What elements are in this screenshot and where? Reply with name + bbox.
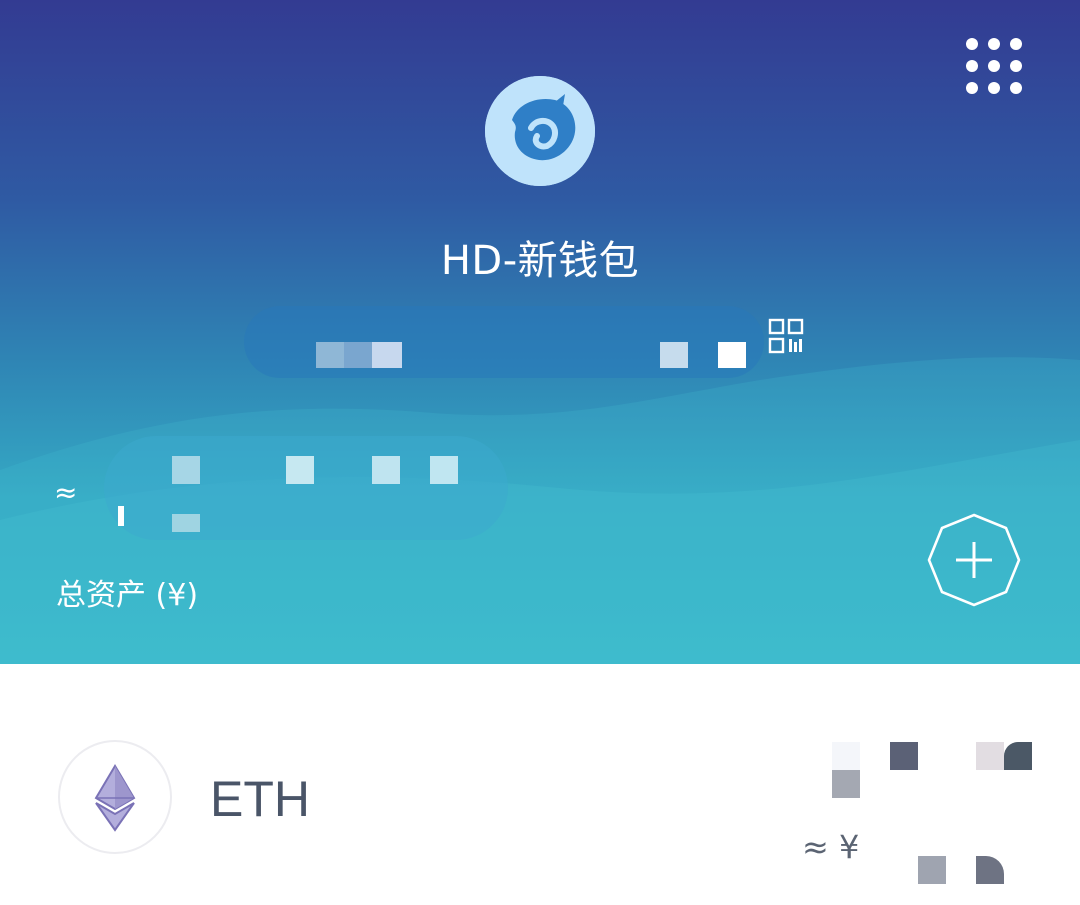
wallet-header: HD-新钱包 ≈ 总资产 (¥) (0, 0, 1080, 664)
ethereum-icon (58, 740, 172, 854)
wallet-name[interactable]: HD-新钱包 (0, 228, 1080, 286)
total-assets-label: 总资产 (¥) (56, 578, 199, 613)
wallet-address-redacted[interactable] (244, 306, 764, 378)
add-asset-icon[interactable] (926, 512, 1022, 608)
grid-menu-icon[interactable] (962, 36, 1026, 96)
qr-code-icon[interactable] (768, 318, 804, 354)
asset-symbol: ETH (210, 771, 310, 827)
asset-fiat-value: ≈ ¥ (802, 828, 860, 866)
approx-sign: ≈ (54, 476, 78, 509)
total-balance-redacted (104, 436, 508, 540)
wallet-avatar-icon[interactable] (485, 76, 595, 186)
